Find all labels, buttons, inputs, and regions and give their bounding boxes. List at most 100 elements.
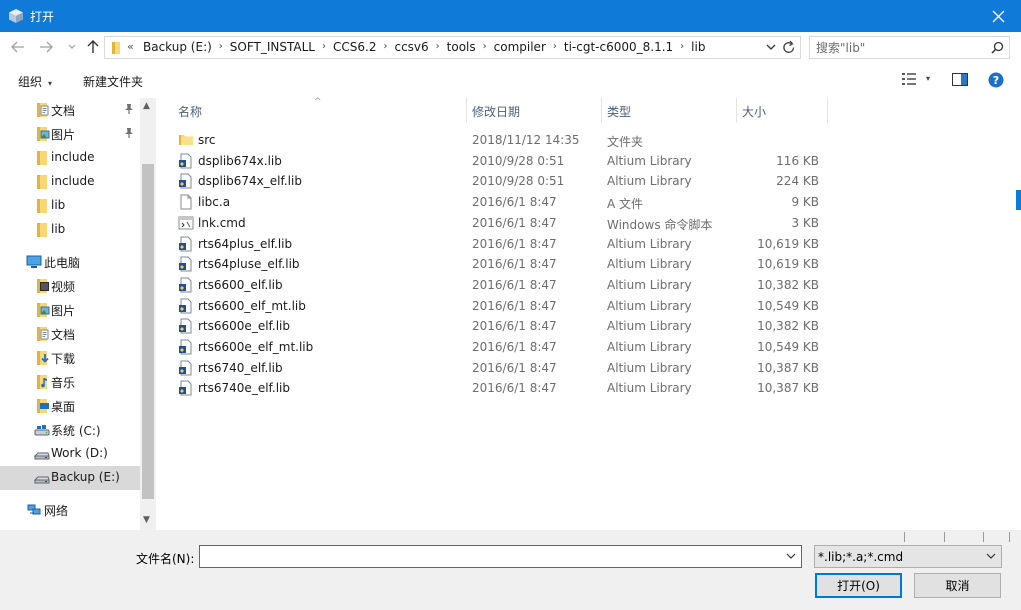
file-row[interactable]: rts64pluse_elf.lib 2016/6/1 8:47 Altium Li… <box>174 254 828 274</box>
organize-button[interactable]: 组织 ▾ <box>18 73 52 90</box>
sidebar-item[interactable]: 视频 <box>0 274 140 298</box>
drive-icon <box>33 446 50 462</box>
cancel-button[interactable]: 取消 <box>914 573 1001 598</box>
file-type: Altium Library <box>607 153 692 168</box>
search-box[interactable] <box>809 36 1010 59</box>
folder-icon <box>178 132 194 148</box>
chevron-down-icon[interactable] <box>786 551 796 561</box>
sidebar-item[interactable]: include <box>0 146 140 170</box>
pin-icon <box>124 103 134 118</box>
breadcrumb-item[interactable]: CCS6.2 <box>333 40 376 54</box>
breadcrumb-overflow[interactable]: « <box>127 40 134 53</box>
filename-combobox[interactable] <box>199 545 802 568</box>
scroll-down-icon[interactable]: ▼ <box>143 515 150 525</box>
sidebar-item[interactable]: Backup (E:) <box>0 466 140 490</box>
breadcrumb-separator-icon[interactable]: › <box>383 40 387 54</box>
sidebar-item[interactable]: lib <box>0 194 140 218</box>
forward-button[interactable] <box>38 39 54 55</box>
sidebar-item[interactable]: 系统 (C:) <box>0 418 140 442</box>
sidebar-item[interactable]: 此电脑 <box>0 250 140 274</box>
file-type-filter[interactable]: *.lib;*.a;*.cmd <box>814 545 1002 568</box>
sidebar-item[interactable]: lib <box>0 218 140 242</box>
breadcrumb-item[interactable]: Backup (E:) <box>143 40 212 54</box>
file-row[interactable]: rts6740e_elf.lib 2016/6/1 8:47 Altium Libr… <box>174 378 828 398</box>
file-row[interactable]: rts6600_elf.lib 2016/6/1 8:47 Altium Libra… <box>174 275 828 295</box>
chevron-down-icon[interactable] <box>766 41 776 53</box>
help-icon[interactable]: ? <box>988 72 1004 88</box>
breadcrumb-item[interactable]: SOFT_INSTALL <box>230 40 315 54</box>
breadcrumb-separator-icon[interactable]: › <box>680 40 684 54</box>
column-size[interactable]: 大小 <box>742 103 766 120</box>
file-date: 2016/6/1 8:47 <box>472 236 557 251</box>
up-button[interactable] <box>85 39 101 55</box>
filename-input[interactable] <box>203 549 773 564</box>
breadcrumb-separator-icon[interactable]: › <box>553 40 557 54</box>
sidebar-item[interactable]: 下载 <box>0 346 140 370</box>
search-input[interactable] <box>816 40 986 55</box>
file-date: 2016/6/1 8:47 <box>472 381 557 396</box>
scroll-up-icon[interactable]: ▲ <box>143 101 150 111</box>
sidebar-item[interactable]: 音乐 <box>0 370 140 394</box>
sidebar-item[interactable]: 图片 <box>0 298 140 322</box>
breadcrumb-item[interactable]: lib <box>691 40 705 54</box>
breadcrumb-separator-icon[interactable]: › <box>436 40 440 54</box>
open-button[interactable]: 打开(O) <box>815 573 902 598</box>
address-bar[interactable]: « Backup (E:) › SOFT_INSTALL › CCS6.2 › ccsv6 ›… <box>104 36 801 59</box>
sidebar-item-label: include <box>51 174 95 188</box>
back-button[interactable] <box>10 39 26 55</box>
close-button[interactable] <box>975 0 1021 32</box>
file-size: 116 KB <box>776 153 819 168</box>
file-row[interactable]: lnk.cmd 2016/6/1 8:47 Windows 命令脚本 3 KB <box>174 213 828 233</box>
breadcrumb-separator-icon[interactable]: › <box>483 40 487 54</box>
sidebar-item[interactable]: 文档 <box>0 98 140 122</box>
breadcrumb-item[interactable]: ccsv6 <box>394 40 428 54</box>
breadcrumb-item[interactable]: ti-cgt-c6000_8.1.1 <box>564 40 673 54</box>
file-row[interactable]: rts6740_elf.lib 2016/6/1 8:47 Altium Libra… <box>174 358 828 378</box>
file-row[interactable]: dsplib674x_elf.lib 2010/9/28 0:51 Altium L… <box>174 171 828 191</box>
sidebar-item[interactable]: 文档 <box>0 322 140 346</box>
recent-locations-button[interactable] <box>64 39 80 55</box>
file-name: rts6740_elf.lib <box>198 360 283 375</box>
column-date[interactable]: 修改日期 <box>472 103 520 120</box>
view-options-icon[interactable] <box>901 72 917 86</box>
column-name[interactable]: 名称 <box>178 103 202 120</box>
file-row[interactable]: rts6600e_elf_mt.lib 2016/6/1 8:47 Altium L… <box>174 337 828 357</box>
sidebar-item[interactable]: 桌面 <box>0 394 140 418</box>
up-arrow-icon <box>87 40 99 53</box>
file-row[interactable]: rts6600_elf_mt.lib 2016/6/1 8:47 Altium Li… <box>174 296 828 316</box>
preview-pane-icon[interactable] <box>952 73 968 86</box>
file-row[interactable]: rts6600e_elf.lib 2016/6/1 8:47 Altium Libr… <box>174 316 828 336</box>
search-icon[interactable] <box>991 41 1004 54</box>
file-name: rts6600_elf_mt.lib <box>198 298 306 313</box>
file-size: 10,382 KB <box>757 319 819 334</box>
view-options-caret[interactable]: ▾ <box>926 74 930 83</box>
sidebar-item[interactable]: 网络 <box>0 498 140 522</box>
breadcrumb-separator-icon[interactable]: › <box>322 40 326 54</box>
column-type[interactable]: 类型 <box>607 103 631 120</box>
column-divider[interactable] <box>736 98 737 123</box>
sidebar-item[interactable]: Work (D:) <box>0 442 140 466</box>
column-divider[interactable] <box>466 98 467 123</box>
column-divider[interactable] <box>601 98 602 123</box>
file-row[interactable]: libc.a 2016/6/1 8:47 A 文件 9 KB <box>174 192 828 212</box>
grip-mark <box>904 532 905 542</box>
column-divider[interactable] <box>827 98 828 123</box>
file-row[interactable]: rts64plus_elf.lib 2016/6/1 8:47 Altium Lib… <box>174 234 828 254</box>
desktop-icon <box>34 398 50 414</box>
chevron-down-icon[interactable] <box>986 551 996 561</box>
new-folder-button[interactable]: 新建文件夹 <box>83 73 143 90</box>
file-name: dsplib674x_elf.lib <box>198 174 302 189</box>
title-bar: 打开 <box>0 0 1021 32</box>
breadcrumb-item[interactable]: tools <box>447 40 476 54</box>
navigation-scrollbar[interactable]: ▲ ▼ <box>140 98 156 530</box>
sidebar-item[interactable]: 图片 <box>0 122 140 146</box>
breadcrumb-separator-icon[interactable]: › <box>219 40 223 54</box>
scrollbar-thumb[interactable] <box>142 164 154 499</box>
refresh-icon[interactable] <box>782 40 796 55</box>
file-row[interactable]: src 2018/11/12 14:35 文件夹 <box>174 130 828 150</box>
sidebar-item[interactable]: include <box>0 170 140 194</box>
file-row[interactable]: dsplib674x.lib 2010/9/28 0:51 Altium Libra… <box>174 151 828 171</box>
breadcrumb-item[interactable]: compiler <box>494 40 546 54</box>
forward-arrow-icon <box>40 41 53 53</box>
column-headers: ^ 名称 修改日期 类型 大小 <box>156 97 828 123</box>
